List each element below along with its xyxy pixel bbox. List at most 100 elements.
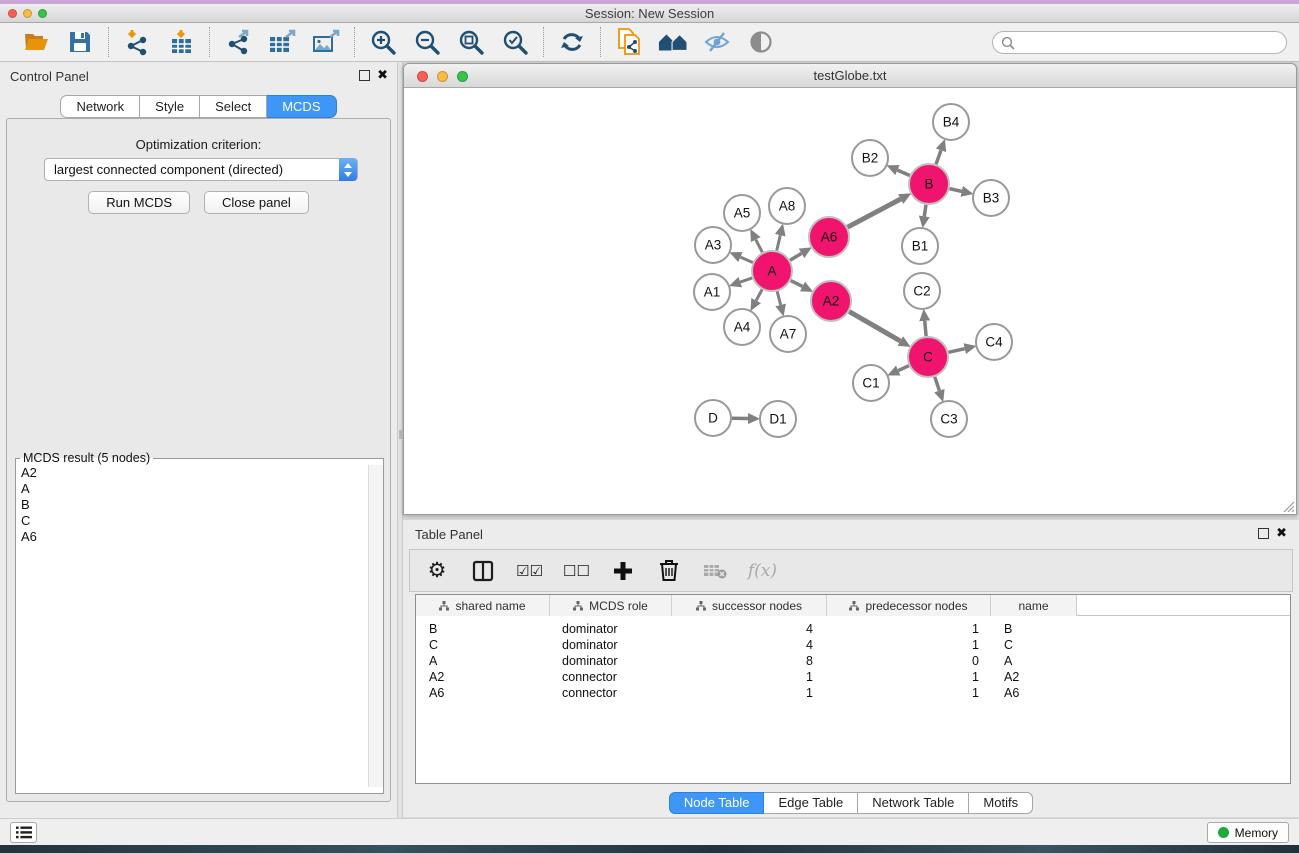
import-table-icon[interactable] [166,28,196,56]
export-network-icon[interactable] [223,28,253,56]
graph-edge-B-B4[interactable] [936,150,941,164]
zoom-fit-icon[interactable] [456,28,486,56]
table-close-panel-icon[interactable]: ✖ [1276,525,1287,541]
select-all-icon[interactable]: ☑☑ [516,556,543,586]
zoom-out-icon[interactable] [412,28,442,56]
graph-edge-B-B1[interactable] [924,205,926,217]
graph-edge-C-C2[interactable] [925,321,926,336]
table-float-panel-icon[interactable] [1258,528,1269,539]
column-browse-icon[interactable] [470,556,496,586]
graph-edge-A6-B[interactable] [848,199,901,227]
graph-node-A1[interactable]: A1 [694,274,730,310]
search-input[interactable] [1020,35,1278,51]
column-header-name[interactable]: name [991,595,1077,616]
show-eye-icon[interactable] [746,28,776,56]
graph-node-A8[interactable]: A8 [769,188,805,224]
graph-edge-A-A8[interactable] [777,235,781,250]
zoom-in-icon[interactable] [368,28,398,56]
graph-edge-A-A6[interactable] [790,253,801,260]
graph-edge-A-A1[interactable] [740,278,752,282]
column-header-mcds-role[interactable]: MCDS role [550,595,672,616]
copy-style-icon[interactable] [614,28,644,56]
graph-node-A[interactable]: A [752,251,792,291]
float-panel-icon[interactable] [359,70,370,81]
graph-edge-A-A5[interactable] [756,240,763,253]
mcds-result-item[interactable]: A [16,481,367,497]
graph-edge-C-C1[interactable] [898,366,909,371]
graph-node-B3[interactable]: B3 [973,180,1009,216]
graph-node-B[interactable]: B [909,164,949,204]
graph-edge-B-B2[interactable] [897,170,909,175]
graph-node-A4[interactable]: A4 [724,309,760,345]
open-folder-icon[interactable] [21,28,51,56]
task-history-button[interactable] [10,822,37,843]
tab-select[interactable]: Select [200,95,267,118]
graph-edge-A-A4[interactable] [756,290,762,301]
result-scrollbar[interactable] [368,465,383,787]
close-panel-icon[interactable]: ✖ [377,67,388,83]
graph-edge-A-A3[interactable] [740,257,752,262]
column-header-predecessor-nodes[interactable]: predecessor nodes [827,595,991,616]
graph-node-D[interactable]: D [695,400,731,436]
graph-edge-A-A2[interactable] [791,281,803,287]
settings-gear-icon[interactable]: ⚙ [424,556,450,586]
network-canvas[interactable]: A A1 A2 A3 A4 A5 A6 A7 A8 B B1 B2 B3 B4 C C1 C2 C3 C4 D D1 [404,88,1296,514]
deselect-all-icon[interactable]: ☐☐ [563,556,590,586]
tab-style[interactable]: Style [140,95,200,118]
graph-node-C3[interactable]: C3 [931,401,967,437]
delete-column-icon[interactable] [656,556,682,586]
graph-node-A2[interactable]: A2 [811,281,851,321]
mcds-result-item[interactable]: A6 [16,529,367,545]
graph-node-A5[interactable]: A5 [724,195,760,231]
export-table-icon[interactable] [267,28,297,56]
graph-edge-C-C4[interactable] [948,349,964,353]
import-network-icon[interactable] [122,28,152,56]
mcds-result-item[interactable]: A2 [16,465,367,481]
graph-node-C2[interactable]: C2 [904,273,940,309]
graph-node-B1[interactable]: B1 [902,228,938,264]
tab-motifs[interactable]: Motifs [969,792,1033,814]
graph-node-C1[interactable]: C1 [853,365,889,401]
network-window-titlebar[interactable]: testGlobe.txt [404,64,1296,88]
refresh-icon[interactable] [557,28,587,56]
export-image-icon[interactable] [311,28,341,56]
delete-table-icon[interactable] [702,556,728,586]
table-row[interactable]: A2connector11A2 [416,669,1290,685]
graph-edge-B-B3[interactable] [949,189,961,192]
mcds-result-item[interactable]: C [16,513,367,529]
table-row[interactable]: A6connector11A6 [416,685,1290,701]
column-header-successor-nodes[interactable]: successor nodes [672,595,827,616]
graph-node-C[interactable]: C [908,337,948,377]
graph-node-A3[interactable]: A3 [695,227,731,263]
tab-edge-table[interactable]: Edge Table [764,792,858,814]
graph-edge-A2-C[interactable] [849,311,900,341]
home-icon[interactable] [658,28,688,56]
graph-node-A7[interactable]: A7 [770,316,806,352]
tab-network-table[interactable]: Network Table [858,792,969,814]
zoom-selected-icon[interactable] [500,28,530,56]
graph-node-B4[interactable]: B4 [933,104,969,140]
close-panel-button[interactable]: Close panel [204,191,309,214]
tab-network[interactable]: Network [60,95,140,118]
graph-node-B2[interactable]: B2 [852,140,888,176]
tab-node-table[interactable]: Node Table [669,792,765,814]
function-builder-icon[interactable]: f(x) [748,556,777,586]
memory-button[interactable]: Memory [1207,822,1289,843]
table-row[interactable]: Cdominator41C [416,637,1290,653]
add-column-icon[interactable] [610,556,636,586]
hide-eye-icon[interactable] [702,28,732,56]
graph-node-C4[interactable]: C4 [976,324,1012,360]
save-icon[interactable] [65,28,95,56]
graph-edge-C-C3[interactable] [935,377,940,391]
column-header-shared-name[interactable]: shared name [416,595,550,616]
table-row[interactable]: Bdominator41B [416,621,1290,637]
search-box[interactable] [992,31,1287,54]
run-mcds-button[interactable]: Run MCDS [88,191,190,214]
graph-edge-A-A7[interactable] [777,291,780,305]
graph-node-D1[interactable]: D1 [760,401,796,437]
mcds-result-item[interactable]: B [16,497,367,513]
table-row[interactable]: Adominator80A [416,653,1290,669]
graph-node-A6[interactable]: A6 [809,217,849,257]
tab-mcds[interactable]: MCDS [267,95,336,118]
window-resize-grip[interactable] [1282,500,1295,513]
